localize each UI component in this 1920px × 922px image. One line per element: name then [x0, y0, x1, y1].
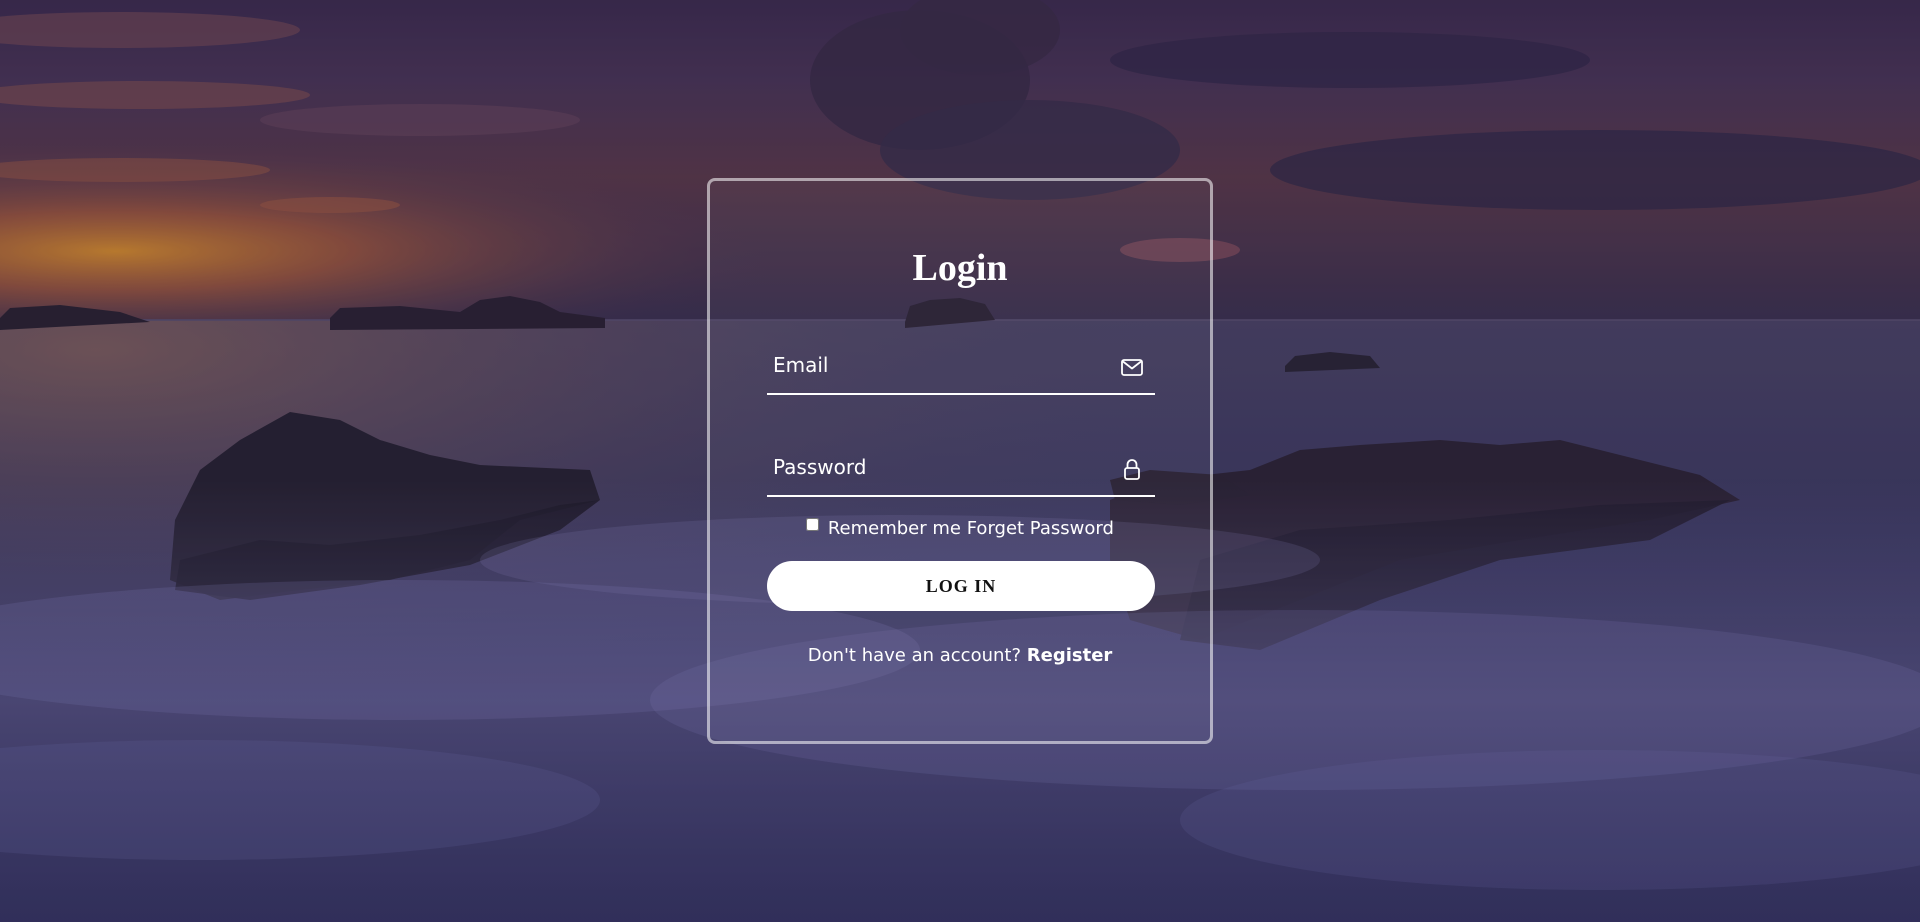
register-link[interactable]: Register [1027, 645, 1113, 666]
envelope-icon [1119, 355, 1145, 379]
login-button[interactable]: LOG IN [767, 561, 1155, 611]
lock-icon [1119, 457, 1145, 481]
register-row: Don't have an account? Register [710, 645, 1210, 666]
remember-me-label[interactable]: Remember me [828, 518, 961, 539]
forget-password-link[interactable]: Forget Password [967, 518, 1114, 539]
email-input[interactable] [767, 339, 1113, 391]
remember-me-checkbox[interactable] [806, 518, 820, 531]
login-card: Login Remember me Forget Passwo [707, 178, 1213, 744]
password-input[interactable] [767, 441, 1113, 493]
password-field [767, 441, 1155, 497]
login-page: Login Remember me Forget Passwo [0, 0, 1920, 922]
remember-row: Remember me Forget Password [710, 517, 1210, 541]
no-account-text: Don't have an account? [807, 645, 1022, 666]
email-field [767, 339, 1155, 395]
login-title: Login [912, 247, 1008, 289]
